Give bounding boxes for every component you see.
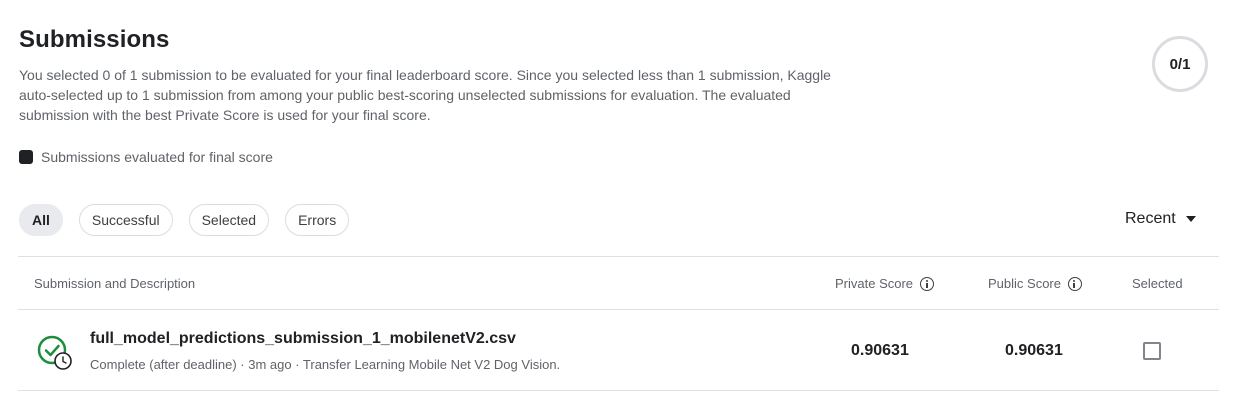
info-icon[interactable] [920, 276, 935, 291]
submissions-table: Submission and Description Private Score… [18, 256, 1219, 391]
submissions-page: Submissions You selected 0 of 1 submissi… [0, 0, 1252, 403]
sort-dropdown[interactable]: Recent [1125, 210, 1196, 228]
caret-down-icon [1185, 216, 1196, 222]
filter-chip-selected[interactable]: Selected [188, 204, 270, 236]
column-header-private-score: Private Score [835, 276, 935, 291]
column-header-selected: Selected [1132, 276, 1183, 291]
table-header: Submission and Description Private Score… [18, 256, 1219, 310]
private-score: 0.90631 [851, 342, 909, 359]
check-circle-clock-icon [37, 335, 72, 370]
filter-chip-all[interactable]: All [19, 204, 63, 236]
submission-file-name[interactable]: full_model_predictions_submission_1_mobi… [90, 330, 516, 348]
sort-label: Recent [1125, 210, 1176, 227]
column-header-public-score: Public Score [988, 276, 1082, 291]
legend-label: Submissions evaluated for final score [41, 149, 273, 165]
filter-chip-successful[interactable]: Successful [78, 204, 173, 236]
column-header-submission-label: Submission and Description [34, 276, 196, 291]
column-header-private-label: Private Score [835, 276, 914, 291]
filter-chips: All Successful Selected Errors [19, 204, 350, 236]
legend-swatch-icon [19, 150, 33, 164]
public-score: 0.90631 [1005, 342, 1063, 359]
page-description: You selected 0 of 1 submission to be eva… [19, 67, 831, 123]
column-header-submission: Submission and Description [34, 276, 195, 291]
column-header-selected-label: Selected [1132, 276, 1183, 291]
page-title: Submissions [19, 26, 170, 53]
submission-meta: Complete (after deadline) · 3m ago · Tra… [90, 357, 561, 372]
filter-chip-errors[interactable]: Errors [285, 204, 350, 236]
table-row[interactable]: full_model_predictions_submission_1_mobi… [18, 310, 1219, 391]
column-header-public-label: Public Score [988, 276, 1061, 291]
selection-counter: 0/1 [1152, 36, 1208, 92]
selected-checkbox[interactable] [1143, 342, 1161, 360]
info-icon[interactable] [1067, 276, 1082, 291]
legend: Submissions evaluated for final score [19, 149, 273, 165]
